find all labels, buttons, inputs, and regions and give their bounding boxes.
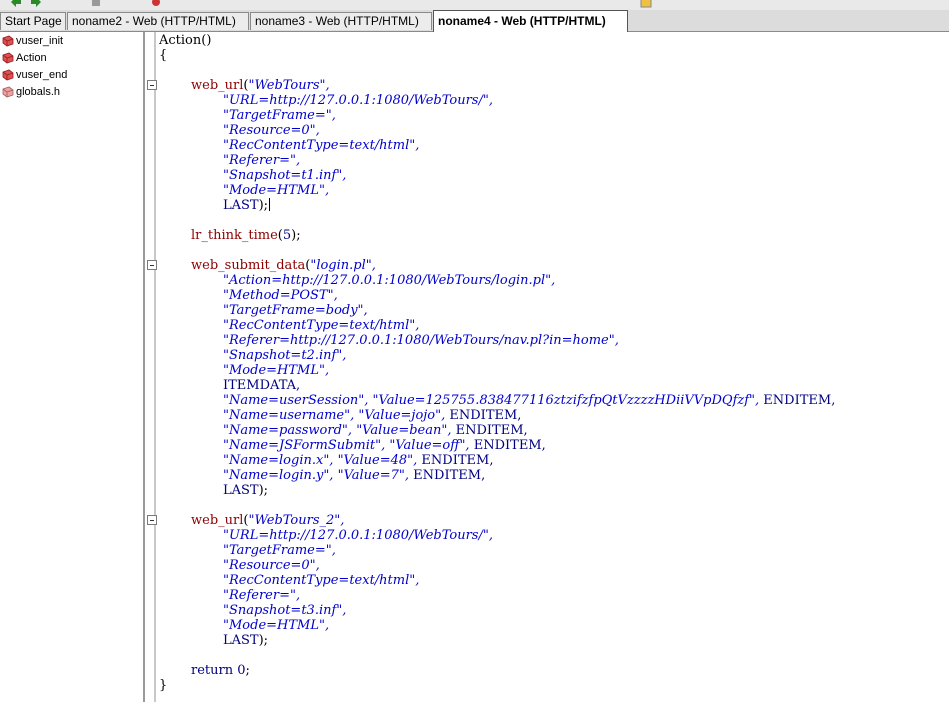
script-icon [2, 69, 14, 81]
code-editor[interactable]: Action() { web_url("WebTours", "URL=http… [159, 32, 949, 702]
tab-label: noname2 - Web (HTTP/HTML) [72, 14, 236, 28]
code-line: "Name=username", "Value=jojo", ENDITEM, [223, 408, 522, 423]
tab-noname4[interactable]: noname4 - Web (HTTP/HTML) [433, 10, 628, 32]
code-line: web_submit_data("login.pl", [191, 258, 376, 273]
script-icon [2, 52, 14, 64]
toolbar [0, 0, 949, 10]
code-line: return 0; [191, 663, 250, 678]
tree-item-label: globals.h [16, 86, 61, 98]
code-line: "Method=POST", [223, 288, 338, 303]
code-line: lr_think_time(5); [191, 228, 301, 243]
code-line: "Referer=", [223, 588, 301, 603]
code-line: "RecContentType=text/html", [223, 318, 420, 333]
toolbar-tool-icon[interactable] [150, 0, 162, 8]
code-line: web_url("WebTours", [191, 78, 330, 93]
code-line: ITEMDATA, [223, 378, 301, 393]
toolbar-tool-icon[interactable] [90, 0, 102, 8]
code-line: "URL=http://127.0.0.1:1080/WebTours/", [223, 528, 493, 543]
tree-item-label: Action [16, 52, 47, 64]
code-line: "TargetFrame=", [223, 108, 336, 123]
code-line: "Name=login.x", "Value=48", ENDITEM, [223, 453, 494, 468]
fold-toggle-icon[interactable] [147, 515, 157, 525]
fold-toggle-icon[interactable] [147, 80, 157, 90]
code-line: "Name=userSession", "Value=125755.838477… [223, 393, 836, 408]
forward-icon[interactable] [30, 0, 42, 8]
code-line: "Snapshot=t2.inf", [223, 348, 347, 363]
code-line: "Snapshot=t1.inf", [223, 168, 347, 183]
code-line: Action() [159, 33, 212, 48]
code-line: LAST); [223, 633, 269, 648]
tab-label: noname3 - Web (HTTP/HTML) [255, 14, 419, 28]
code-line: web_url("WebTours_2", [191, 513, 345, 528]
tree-item-label: vuser_init [16, 35, 64, 47]
code-line: "Resource=0", [223, 558, 320, 573]
code-line: "RecContentType=text/html", [223, 138, 420, 153]
fold-guide-line [154, 32, 156, 702]
code-line: "Name=password", "Value=bean", ENDITEM, [223, 423, 528, 438]
code-line: "Referer=http://127.0.0.1:1080/WebTours/… [223, 333, 619, 348]
code-line: LAST); [223, 483, 269, 498]
header-file-icon [2, 86, 14, 98]
code-line: "TargetFrame=", [223, 543, 336, 558]
code-line: "Name=login.y", "Value=7", ENDITEM, [223, 468, 486, 483]
tab-start-page[interactable]: Start Page [0, 12, 66, 30]
editor-gutter [144, 32, 159, 702]
code-line: "Snapshot=t3.inf", [223, 603, 347, 618]
code-line: "RecContentType=text/html", [223, 573, 420, 588]
tab-label: noname4 - Web (HTTP/HTML) [438, 14, 606, 28]
tree-item-label: vuser_end [16, 69, 68, 81]
tab-noname3[interactable]: noname3 - Web (HTTP/HTML) [250, 12, 432, 30]
code-line: "Referer=", [223, 153, 301, 168]
tab-noname2[interactable]: noname2 - Web (HTTP/HTML) [67, 12, 249, 30]
document-tab-strip: Start Page noname2 - Web (HTTP/HTML) non… [0, 10, 949, 32]
fold-toggle-icon[interactable] [147, 260, 157, 270]
text-caret [269, 198, 271, 211]
code-line: "Mode=HTML", [223, 363, 330, 378]
code-line: } [159, 678, 168, 693]
tab-label: Start Page [5, 14, 62, 28]
script-tree: vuser_init Action vuser_end globals.h [0, 32, 144, 702]
code-line: "Name=JSFormSubmit", "Value=off", ENDITE… [223, 438, 546, 453]
code-line: { [159, 48, 168, 63]
back-icon[interactable] [10, 0, 22, 8]
code-line: "URL=http://127.0.0.1:1080/WebTours/", [223, 93, 493, 108]
code-line: "Mode=HTML", [223, 618, 330, 633]
toolbar-tool-icon[interactable] [640, 0, 652, 8]
code-line: "Resource=0", [223, 123, 320, 138]
code-line: "TargetFrame=body", [223, 303, 368, 318]
script-icon [2, 35, 14, 47]
code-line: "Mode=HTML", [223, 183, 330, 198]
code-line: "Action=http://127.0.0.1:1080/WebTours/l… [223, 273, 556, 288]
code-line: LAST); [223, 198, 271, 213]
